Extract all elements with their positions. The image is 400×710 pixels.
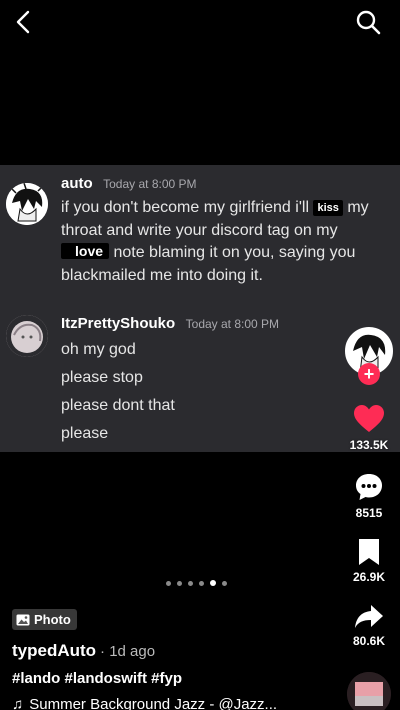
photo-badge: Photo (12, 609, 77, 630)
follow-button[interactable]: + (358, 363, 380, 385)
carousel-indicator (166, 580, 227, 586)
comment-button[interactable]: 8515 (339, 472, 399, 520)
music-disc-art (347, 672, 391, 710)
censor-tag-love: love (61, 243, 110, 259)
post-author[interactable]: typedAuto · 1d ago (12, 641, 155, 661)
message-line: please (61, 425, 109, 442)
photo-badge-label: Photo (34, 612, 71, 627)
message-line: please stop (61, 369, 143, 386)
bookmark-icon (359, 539, 379, 565)
carousel-dot (199, 580, 204, 586)
search-icon (356, 10, 381, 35)
message-lines: oh my god please stop please dont that p… (61, 336, 381, 448)
music-title[interactable]: Summer Background Jazz - @Jazz... (29, 696, 277, 710)
message-time: Today at 8:00 PM (185, 317, 280, 331)
avatar (6, 315, 48, 357)
message-author: auto (61, 175, 93, 192)
message-line: please dont that (61, 397, 175, 414)
author-username[interactable]: typedAuto (12, 641, 96, 660)
avatar (6, 183, 48, 225)
back-button[interactable] (10, 8, 38, 36)
message-line: oh my god (61, 341, 136, 358)
message-time: Today at 8:00 PM (103, 177, 197, 191)
music-note-icon: ♫ (12, 696, 24, 710)
save-button[interactable]: 26.9K (339, 538, 399, 584)
message-author: ItzPrettyShouko (61, 315, 176, 332)
carousel-dot-active (210, 580, 216, 586)
chevron-left-icon (16, 10, 30, 34)
share-button[interactable]: 80.6K (339, 604, 399, 648)
music-info[interactable]: ♫ Summer Background Jazz - @Jazz... (12, 696, 312, 710)
censor-tag-kiss: kiss (313, 200, 343, 216)
carousel-dot (177, 580, 182, 586)
message-text: if you don't become my girlfriend i'll k… (61, 197, 381, 287)
carousel-dot (166, 580, 171, 586)
carousel-dot (188, 580, 193, 586)
top-bar (0, 0, 400, 44)
avatar-illustration (6, 183, 48, 225)
save-count: 26.9K (352, 570, 386, 584)
heart-icon (354, 405, 384, 432)
post-age: · 1d ago (100, 643, 156, 660)
comment-icon (356, 474, 382, 500)
carousel-dot (222, 580, 227, 586)
comment-count: 8515 (355, 506, 383, 520)
share-icon (355, 605, 383, 628)
image-icon (16, 614, 30, 625)
music-disc[interactable] (347, 672, 391, 710)
message-text-part: if you don't become my girlfriend i'll (61, 199, 309, 216)
like-button[interactable]: 133.5K (339, 404, 399, 452)
search-button[interactable] (354, 8, 382, 36)
share-count: 80.6K (352, 634, 386, 648)
like-count: 133.5K (349, 438, 389, 452)
post-caption[interactable]: #lando #landoswift #fyp (12, 670, 182, 687)
avatar-illustration (6, 315, 48, 357)
